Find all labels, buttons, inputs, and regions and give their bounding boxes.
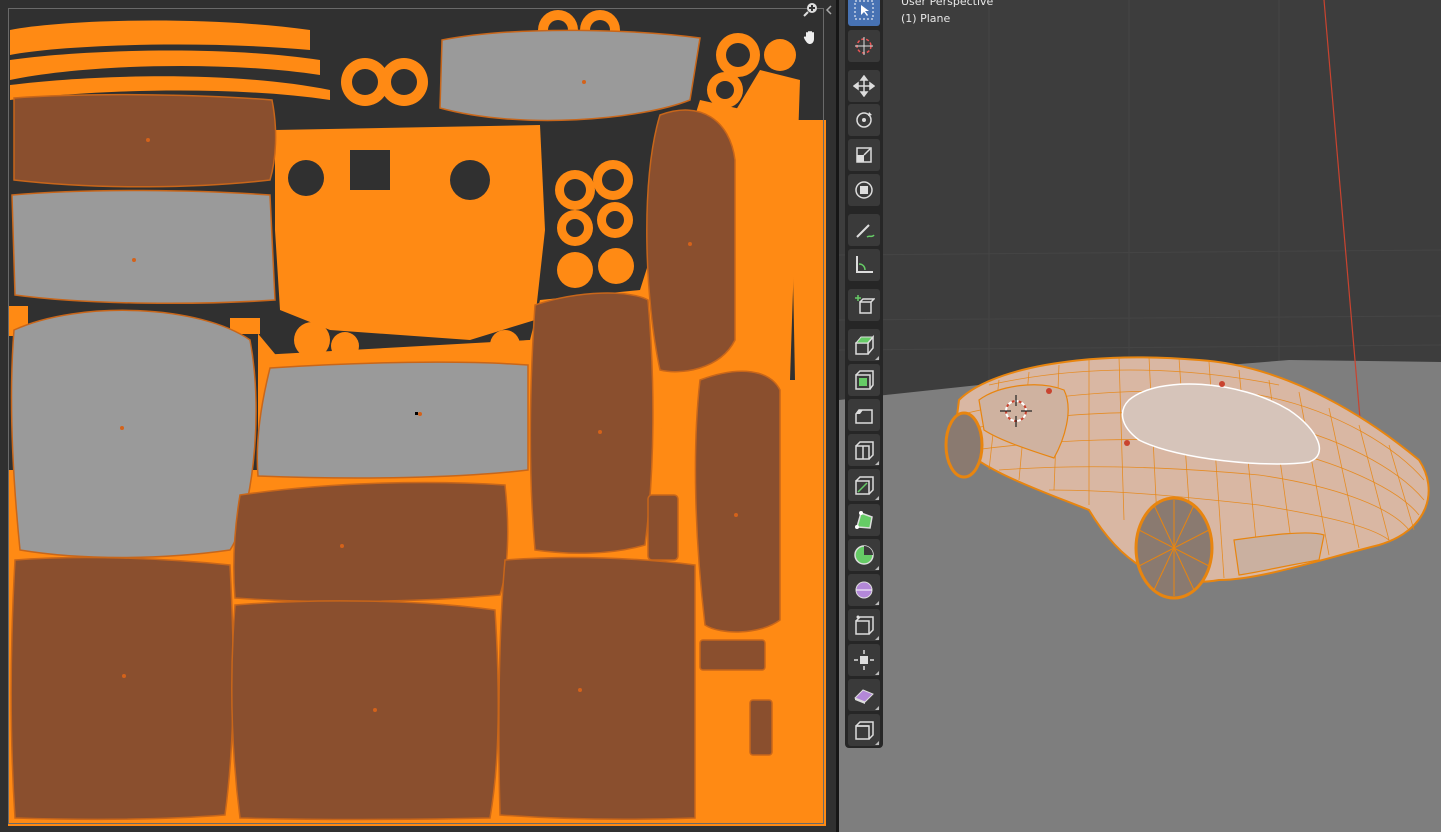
- loop-cut-tool[interactable]: [848, 434, 880, 466]
- select-box-icon: [854, 0, 874, 20]
- scale-icon: [856, 147, 872, 163]
- smooth-tool[interactable]: [848, 574, 880, 606]
- annotate-icon: [856, 224, 875, 238]
- shrink-fatten-icon: [854, 650, 874, 670]
- smooth-icon: [855, 581, 873, 599]
- knife-icon: [855, 476, 874, 495]
- spin-tool[interactable]: [848, 539, 880, 571]
- shear-icon: [854, 689, 874, 704]
- edge-slide-tool[interactable]: [848, 609, 880, 641]
- spin-icon: [854, 545, 874, 565]
- extrude-region-tool[interactable]: [848, 329, 880, 361]
- 3d-viewport[interactable]: User Perspective (1) Plane: [839, 0, 1441, 832]
- inset-faces-tool[interactable]: [848, 364, 880, 396]
- loop-cut-icon: [855, 441, 874, 460]
- hand-pan-icon[interactable]: [800, 27, 820, 47]
- inset-faces-icon: [855, 370, 874, 390]
- select-box-tool[interactable]: [848, 0, 880, 26]
- object-name-label: (1) Plane: [901, 12, 951, 25]
- uv-2d-cursor: [415, 412, 418, 415]
- rotate-tool[interactable]: [848, 104, 880, 136]
- add-cube-tool[interactable]: [848, 289, 880, 321]
- shrink-fatten-tool[interactable]: [848, 644, 880, 676]
- uv-editor[interactable]: [0, 0, 836, 832]
- measure-tool[interactable]: [848, 249, 880, 281]
- scale-tool[interactable]: [848, 139, 880, 171]
- extrude-region-icon: [854, 334, 875, 355]
- edge-slide-icon: [855, 615, 874, 635]
- collapse-arrow-icon[interactable]: [822, 0, 836, 20]
- transform-icon: [855, 181, 873, 199]
- viewport-canvas[interactable]: [839, 0, 1441, 832]
- transform-tool[interactable]: [848, 174, 880, 206]
- bevel-icon: [855, 409, 873, 424]
- view-name-label: User Perspective: [901, 0, 994, 8]
- cursor-tool[interactable]: [848, 30, 880, 62]
- zoom-icon[interactable]: [800, 0, 820, 20]
- measure-icon: [856, 256, 873, 273]
- shear-tool[interactable]: [848, 679, 880, 711]
- bevel-tool[interactable]: [848, 399, 880, 431]
- move-icon: [853, 75, 875, 97]
- uv-canvas[interactable]: [0, 0, 836, 832]
- rip-region-icon: [855, 721, 874, 740]
- rip-region-tool[interactable]: [848, 714, 880, 746]
- poly-build-tool[interactable]: [848, 504, 880, 536]
- annotate-tool[interactable]: [848, 214, 880, 246]
- move-tool[interactable]: [848, 70, 880, 102]
- poly-build-icon: [855, 511, 873, 529]
- knife-tool[interactable]: [848, 469, 880, 501]
- cursor-icon: [855, 37, 873, 55]
- rotate-icon: [856, 112, 872, 128]
- add-cube-icon: [855, 295, 875, 314]
- tool-shelf: [845, 0, 883, 748]
